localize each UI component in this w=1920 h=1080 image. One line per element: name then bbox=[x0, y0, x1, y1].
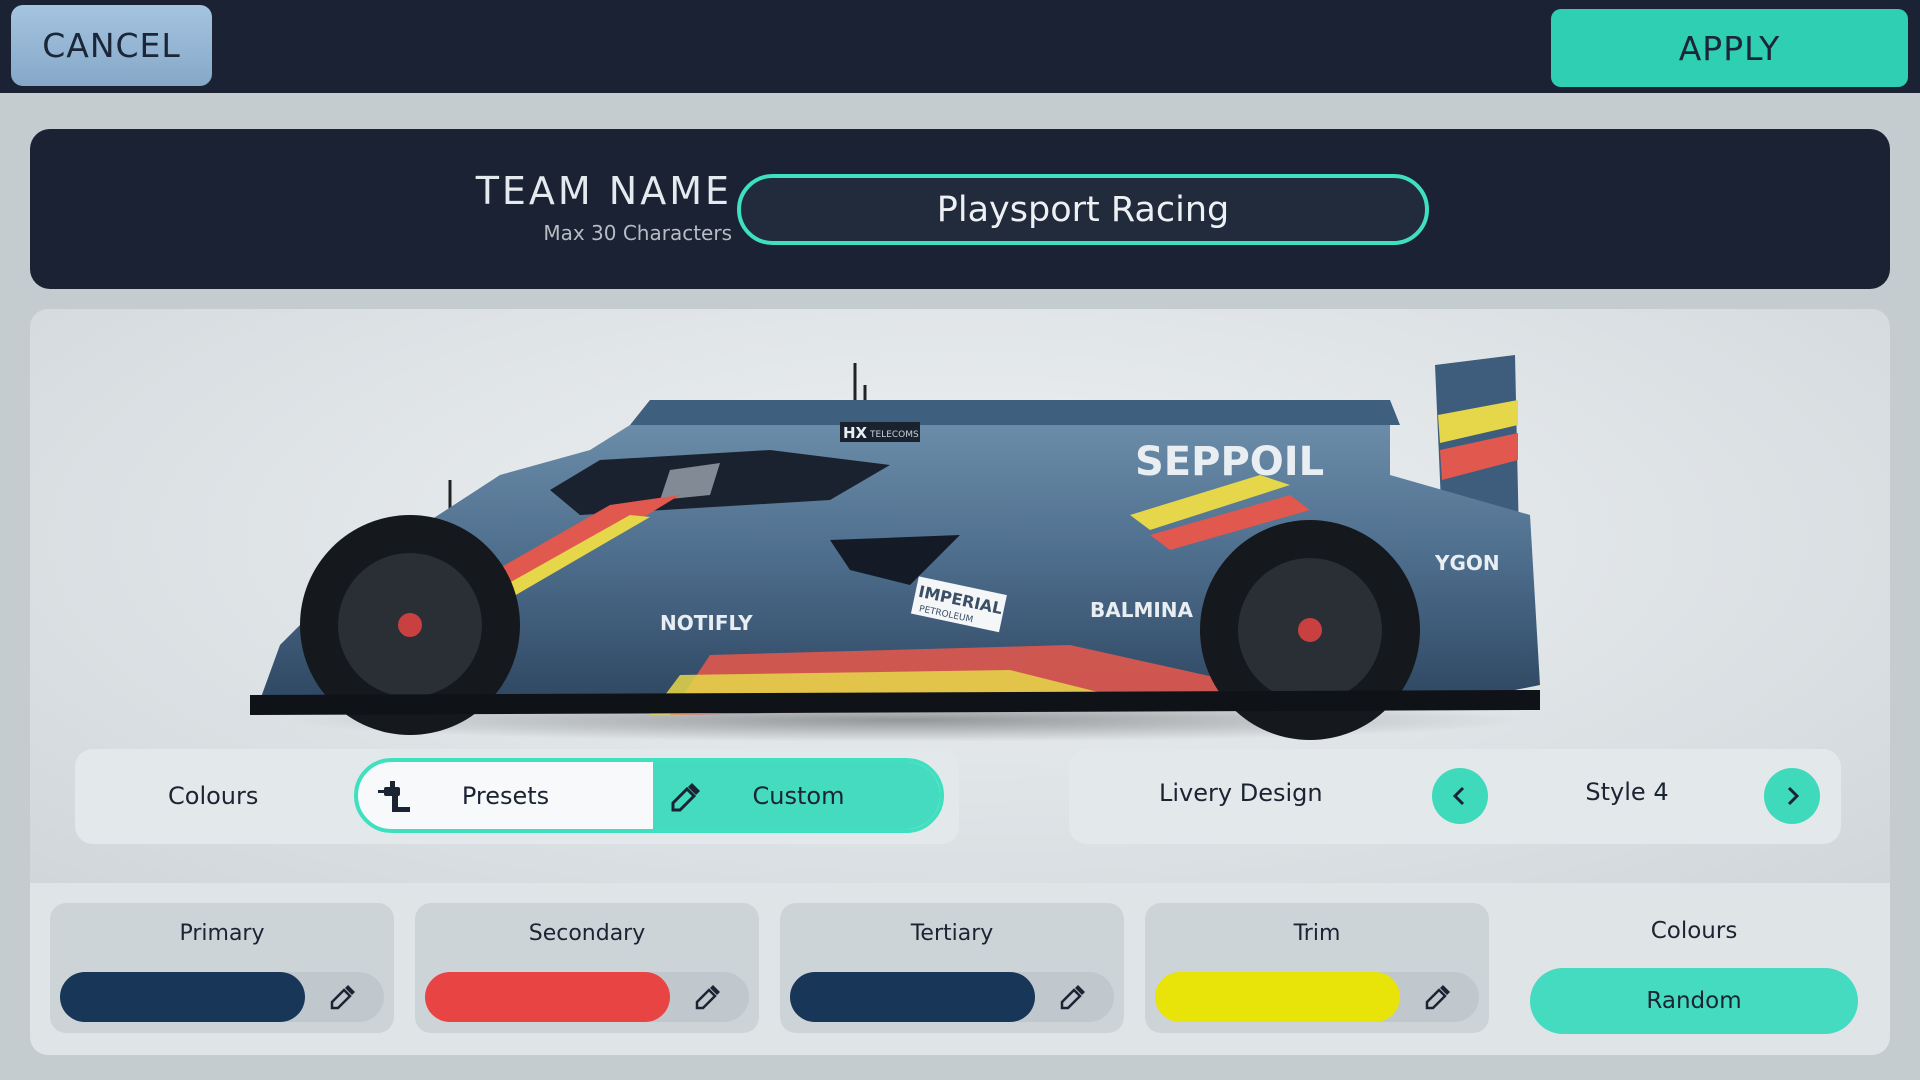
car-render: SEPPOIL HX TELECOMS IMPERIAL PETROLEUM N… bbox=[250, 355, 1540, 742]
sponsor-seppoil: SEPPOIL bbox=[1135, 439, 1324, 485]
random-colours-button[interactable]: Random bbox=[1530, 968, 1858, 1034]
sponsor-hx: HX bbox=[843, 424, 868, 442]
trim-swatch[interactable] bbox=[1155, 972, 1400, 1022]
top-bar: CANCEL APPLY bbox=[0, 0, 1920, 93]
colour-slot-label: Secondary bbox=[528, 921, 646, 946]
chevron-right-icon bbox=[1787, 786, 1800, 806]
eyedropper-icon bbox=[671, 783, 700, 812]
sponsor-notifly: NOTIFLY bbox=[660, 611, 753, 635]
colour-slot-primary: Primary bbox=[50, 903, 394, 1033]
colour-slot-label: Trim bbox=[1293, 921, 1341, 946]
eyedropper-icon[interactable] bbox=[1423, 982, 1453, 1012]
colour-slot-tertiary: Tertiary bbox=[780, 903, 1124, 1033]
livery-style-value: Style 4 bbox=[1585, 778, 1669, 806]
team-name-label: TEAM NAME bbox=[475, 169, 732, 213]
eyedropper-icon[interactable] bbox=[328, 982, 358, 1012]
sponsor-telecoms: TELECOMS bbox=[869, 430, 919, 440]
cancel-button[interactable]: CANCEL bbox=[11, 5, 212, 86]
tertiary-swatch[interactable] bbox=[790, 972, 1035, 1022]
colours-mode-label: Colours bbox=[168, 782, 259, 810]
team-name-input[interactable] bbox=[737, 174, 1429, 245]
eyedropper-icon[interactable] bbox=[1058, 982, 1088, 1012]
colour-slot-label: Primary bbox=[179, 921, 265, 946]
sponsor-ygon: YGON bbox=[1434, 551, 1500, 575]
chevron-left-icon bbox=[1452, 786, 1465, 806]
colour-slot-secondary: Secondary bbox=[415, 903, 759, 1033]
livery-next-button[interactable] bbox=[1764, 768, 1820, 824]
custom-label: Custom bbox=[752, 781, 845, 810]
colour-slot-trim: Trim bbox=[1145, 903, 1489, 1033]
presets-tab[interactable]: Presets bbox=[358, 762, 653, 829]
primary-swatch[interactable] bbox=[60, 972, 305, 1022]
custom-tab[interactable]: Custom bbox=[653, 762, 940, 829]
team-name-panel: TEAM NAME Max 30 Characters bbox=[30, 129, 1890, 289]
spray-gun-icon bbox=[378, 781, 410, 812]
colour-slot-label: Tertiary bbox=[910, 921, 994, 946]
team-name-hint: Max 30 Characters bbox=[543, 221, 732, 245]
secondary-swatch[interactable] bbox=[425, 972, 670, 1022]
colours-mode-toggle[interactable]: Presets Custom bbox=[354, 758, 944, 833]
livery-design-label: Livery Design bbox=[1159, 779, 1323, 807]
sponsor-balmina: BALMINA bbox=[1090, 598, 1194, 622]
livery-prev-button[interactable] bbox=[1432, 768, 1488, 824]
presets-label: Presets bbox=[461, 781, 550, 810]
apply-button[interactable]: APPLY bbox=[1551, 9, 1908, 87]
random-colours-label: Colours bbox=[1650, 918, 1738, 944]
eyedropper-icon[interactable] bbox=[693, 982, 723, 1012]
